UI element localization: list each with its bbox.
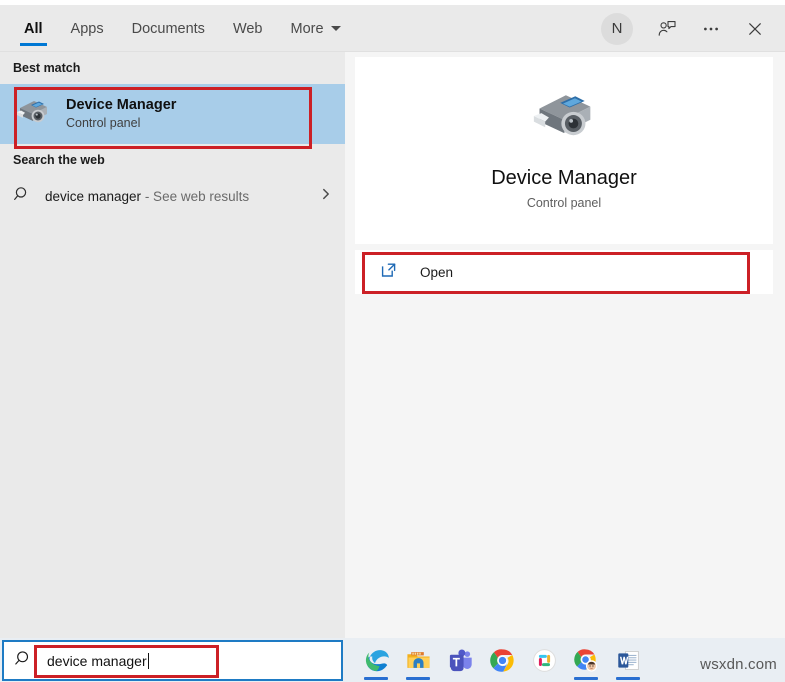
web-result-text: device manager - See web results	[45, 189, 319, 204]
best-match-texts: Device Manager Control panel	[66, 96, 176, 132]
search-query-text: device manager	[47, 653, 149, 669]
search-header: All Apps Documents Web More N	[0, 5, 785, 52]
search-the-web-heading: Search the web	[0, 144, 345, 176]
device-manager-icon	[14, 95, 52, 134]
tab-web-label: Web	[233, 21, 263, 37]
avatar[interactable]: N	[601, 13, 633, 45]
close-icon[interactable]	[733, 5, 777, 52]
web-result-row[interactable]: device manager - See web results	[0, 176, 345, 216]
preview-card: Device Manager Control panel	[355, 57, 773, 244]
tab-web[interactable]: Web	[219, 5, 277, 52]
search-query-value: device manager	[47, 653, 147, 669]
web-result-suffix: - See web results	[141, 189, 249, 204]
avatar-initial: N	[612, 20, 623, 37]
tab-documents[interactable]: Documents	[118, 5, 219, 52]
preview-subtitle: Control panel	[355, 196, 773, 210]
results-pane: Best match	[0, 52, 345, 638]
tab-apps-label: Apps	[71, 21, 104, 37]
chevron-down-icon	[331, 26, 341, 31]
taskbar-slack[interactable]	[523, 638, 565, 682]
taskbar-search-input[interactable]: device manager	[2, 640, 343, 681]
header-actions: N	[601, 5, 777, 52]
tab-documents-label: Documents	[132, 21, 205, 37]
open-button[interactable]: Open	[355, 250, 773, 294]
taskbar-chrome[interactable]	[481, 638, 523, 682]
feedback-icon[interactable]	[645, 5, 689, 52]
device-manager-icon	[527, 84, 601, 153]
search-tabs: All Apps Documents Web More	[10, 5, 355, 52]
tab-all[interactable]: All	[10, 5, 57, 52]
tab-all-label: All	[24, 21, 43, 37]
taskbar-word[interactable]	[607, 638, 649, 682]
watermark: wsxdn.com	[700, 656, 777, 673]
chevron-right-icon[interactable]	[319, 187, 333, 205]
text-cursor	[148, 653, 149, 669]
best-match-subtitle: Control panel	[66, 115, 176, 132]
tab-more-label: More	[291, 21, 324, 37]
taskbar-explorer[interactable]	[397, 638, 439, 682]
more-icon[interactable]	[689, 5, 733, 52]
taskbar-edge[interactable]	[355, 638, 397, 682]
best-match-result-device-manager[interactable]: Device Manager Control panel	[0, 84, 345, 144]
search-flyout-window: All Apps Documents Web More N	[0, 0, 785, 638]
open-label: Open	[420, 265, 453, 280]
tab-apps[interactable]: Apps	[57, 5, 118, 52]
web-result-query: device manager	[45, 189, 141, 204]
tab-more[interactable]: More	[277, 5, 355, 52]
taskbar-teams[interactable]	[439, 638, 481, 682]
preview-icon-wrap	[355, 57, 773, 153]
taskbar-app-icons	[355, 638, 649, 682]
search-icon	[14, 649, 33, 673]
taskbar-chrome-user[interactable]	[565, 638, 607, 682]
preview-title: Device Manager	[355, 167, 773, 190]
best-match-title: Device Manager	[66, 96, 176, 114]
best-match-heading: Best match	[0, 52, 345, 84]
open-action-card: Open	[355, 250, 773, 294]
search-icon	[13, 185, 31, 208]
open-external-icon	[380, 261, 398, 284]
